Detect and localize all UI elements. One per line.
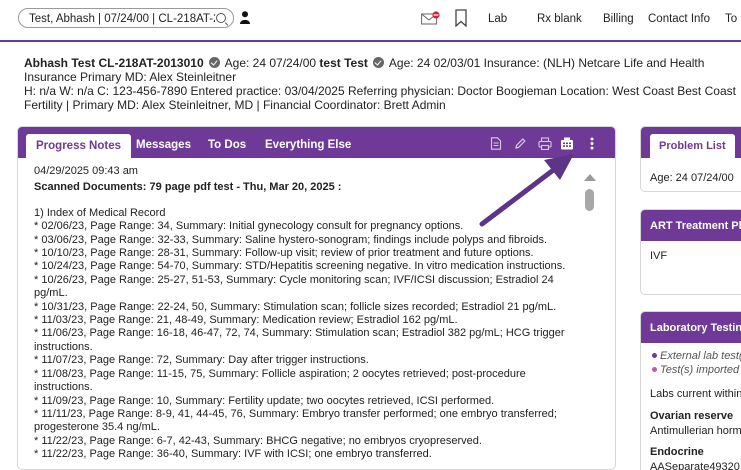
nav-todo[interactable]: To [725, 13, 737, 25]
note-line: * 11/06/23, Page Range: 16-18, 46-47, 72… [34, 327, 565, 353]
patient-search[interactable] [18, 8, 234, 28]
problem-list-panel: Problem List Age: 24 07/24/00 [640, 126, 741, 192]
tab-messages[interactable]: Messages [126, 136, 201, 158]
patient-age: Age: 24 07/24/00 [224, 56, 317, 70]
note-line: * 10/24/23, Page Range: 54-70, Summary: … [34, 260, 566, 273]
patient-header: Abhash Test CL-218AT-2013010 Age: 24 07/… [24, 56, 739, 112]
imported-test-text: Test(s) imported [660, 364, 740, 376]
print-icon[interactable] [538, 137, 552, 150]
edit-icon[interactable] [514, 137, 526, 150]
tab-progress-notes[interactable]: Progress Notes [26, 134, 132, 158]
endocrine-heading: Endocrine [650, 446, 704, 458]
amh-line[interactable]: Antimullerian horm [650, 425, 741, 437]
note-line: * 11/09/23, Page Range: 10, Summary: Fer… [34, 394, 495, 407]
partner-name[interactable]: test Test [319, 56, 367, 70]
scroll-up-arrow[interactable] [584, 174, 596, 181]
problem-list-header: Problem List [641, 127, 741, 158]
external-lab-text: External lab test( [660, 350, 741, 362]
verified-icon [208, 57, 220, 68]
annotation-arrow [479, 154, 574, 227]
nav-lab[interactable]: Lab [488, 13, 507, 25]
imported-test-dot [652, 367, 657, 372]
nav-rx-blank[interactable]: Rx blank [537, 13, 582, 25]
labs-current: Labs current within [650, 388, 741, 400]
art-treatment-panel: ART Treatment Pla IVF [640, 209, 741, 295]
note-line: * 11/03/23, Page Range: 21, 48-49, Summa… [34, 314, 458, 327]
verified-icon [373, 57, 385, 68]
document-icon[interactable] [490, 137, 502, 150]
fax-icon[interactable] [560, 137, 574, 150]
mail-icon[interactable] [421, 11, 441, 25]
lab-testing-title[interactable]: Laboratory Testing [650, 322, 741, 334]
endocrine-line[interactable]: AASeparate49320 [650, 461, 740, 470]
tab-problem-list[interactable]: Problem List [650, 134, 735, 158]
problem-list-age: Age: 24 07/24/00 [650, 172, 734, 184]
patient-name[interactable]: Abhash Test CL-218AT-2013010 [24, 56, 204, 70]
bookmark-icon[interactable] [455, 9, 467, 27]
note-line: * 11/22/23, Page Range: 36-40, Summary: … [34, 448, 432, 461]
top-bar: Lab Rx blank Billing Contact Info To [0, 0, 741, 42]
lab-testing-header: Laboratory Testing [641, 312, 741, 343]
tab-to-dos[interactable]: To Dos [198, 136, 256, 158]
person-icon[interactable] [240, 11, 250, 24]
tab-everything-else[interactable]: Everything Else [255, 136, 361, 158]
art-treatment-header: ART Treatment Pla [641, 210, 741, 241]
imported-test-legend: Test(s) imported [652, 364, 739, 376]
lab-testing-panel: Laboratory Testing External lab test( Te… [640, 311, 741, 470]
note-line: * 10/10/23, Page Range: 28-31, Summary: … [34, 247, 534, 260]
nav-contact-info[interactable]: Contact Info [648, 13, 710, 25]
note-line: * 10/26/23, Page Range: 25-27, 51-53, Su… [34, 273, 554, 300]
patient-details: H: n/a W: n/a C: 123-456-7890 Entered pr… [24, 84, 736, 112]
scrollbar-thumb[interactable] [585, 189, 594, 211]
art-treatment-value: IVF [650, 250, 668, 262]
external-lab-legend: External lab test( [652, 350, 741, 362]
art-treatment-title[interactable]: ART Treatment Pla [650, 220, 741, 232]
ovarian-reserve-heading: Ovarian reserve [650, 410, 734, 422]
more-options-icon[interactable] [589, 137, 595, 150]
nav-billing[interactable]: Billing [603, 13, 634, 25]
external-lab-dot [652, 353, 657, 358]
note-line: * 03/06/23, Page Range: 32-33, Summary: … [34, 233, 548, 246]
patient-search-input[interactable] [29, 11, 215, 26]
note-line: * 10/31/23, Page Range: 22-24, 50, Summa… [34, 300, 557, 313]
note-line: * 11/07/23, Page Range: 72, Summary: Day… [34, 354, 369, 367]
search-icon[interactable] [216, 13, 226, 23]
note-line: * 11/22/23, Page Range: 6-7, 42-43, Summ… [34, 434, 482, 447]
note-line: * 11/11/23, Page Range: 8-9, 41, 44-45, … [34, 407, 557, 434]
note-line: * 11/08/23, Page Range: 11-15, 75, Summa… [34, 367, 526, 394]
